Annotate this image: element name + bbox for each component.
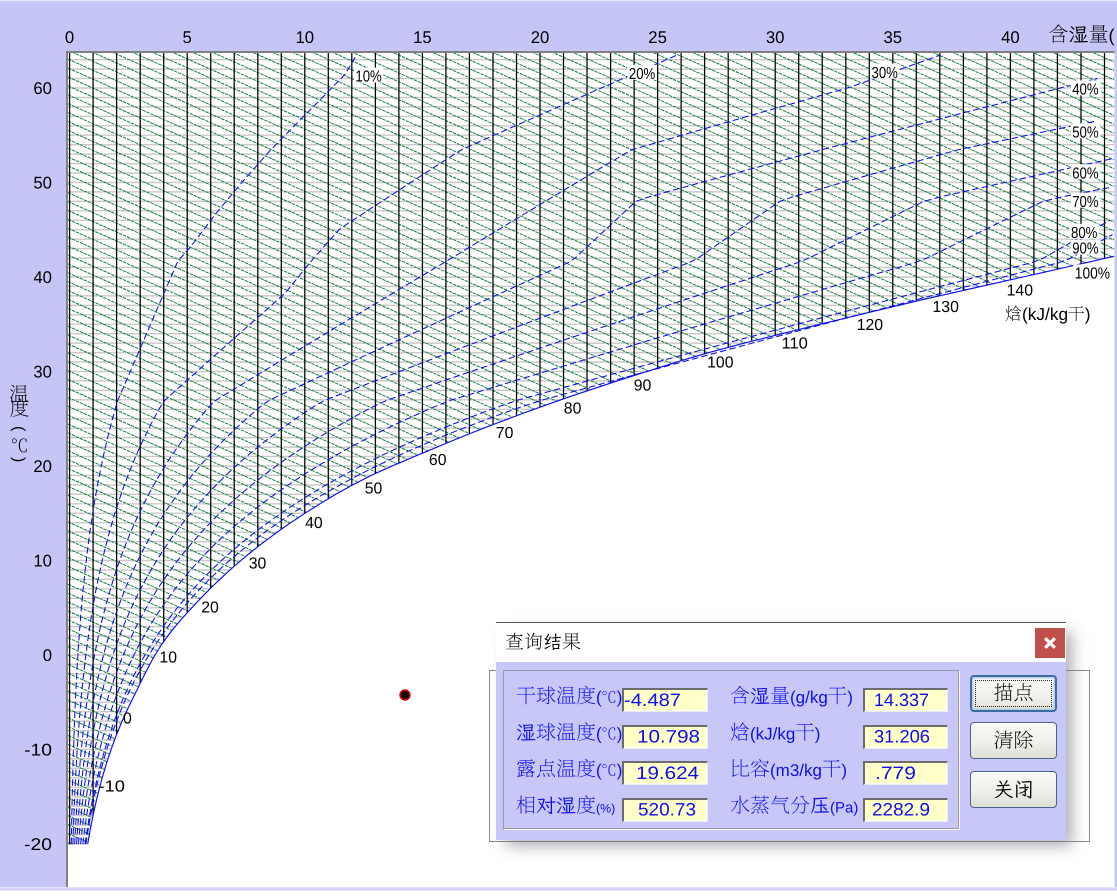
- svg-text:130: 130: [933, 299, 959, 316]
- svg-text:20: 20: [531, 28, 550, 47]
- svg-text:-20: -20: [24, 835, 52, 854]
- svg-text:20%: 20%: [629, 66, 655, 83]
- svg-text:(: (: [1109, 25, 1115, 45]
- svg-text:30%: 30%: [872, 65, 898, 82]
- svg-text:100: 100: [707, 355, 733, 372]
- svg-text:0: 0: [123, 710, 132, 727]
- svg-text:120: 120: [857, 317, 883, 334]
- svg-text:140: 140: [1007, 282, 1033, 299]
- svg-text:70: 70: [496, 425, 514, 442]
- svg-text:60%: 60%: [1072, 165, 1098, 182]
- svg-text:-10: -10: [24, 740, 52, 759]
- svg-text:40%: 40%: [1072, 82, 1098, 99]
- svg-text:30: 30: [33, 362, 52, 381]
- svg-text:15: 15: [413, 28, 432, 47]
- svg-text:50: 50: [365, 480, 383, 497]
- svg-text:80%: 80%: [1071, 225, 1097, 242]
- svg-text:10%: 10%: [355, 69, 381, 86]
- svg-text:20: 20: [33, 457, 52, 476]
- svg-text:(kJ/kg: (kJ/kg: [1022, 304, 1068, 324]
- svg-text:10: 10: [159, 650, 177, 667]
- svg-text:60: 60: [429, 452, 447, 469]
- svg-text:(: (: [10, 426, 27, 432]
- svg-text:40: 40: [305, 515, 323, 532]
- svg-text:0: 0: [65, 28, 74, 47]
- svg-text:100%: 100%: [1075, 266, 1110, 283]
- svg-text:110: 110: [782, 335, 808, 352]
- svg-text:-10: -10: [99, 778, 126, 795]
- svg-text:50: 50: [33, 173, 52, 192]
- svg-text:30: 30: [766, 28, 785, 47]
- svg-text:5: 5: [183, 28, 192, 47]
- svg-text:): ): [10, 457, 27, 462]
- svg-text:20: 20: [201, 599, 219, 616]
- svg-text:35: 35: [884, 28, 903, 47]
- svg-text:50%: 50%: [1072, 124, 1098, 141]
- svg-text:80: 80: [564, 400, 582, 417]
- svg-text:70%: 70%: [1072, 194, 1098, 211]
- svg-text:90%: 90%: [1072, 241, 1098, 258]
- svg-text:): ): [1085, 304, 1091, 324]
- svg-text:40: 40: [33, 268, 52, 287]
- svg-text:10: 10: [33, 551, 52, 570]
- svg-text:90: 90: [634, 377, 652, 394]
- svg-text:10: 10: [296, 28, 315, 47]
- svg-text:30: 30: [249, 556, 267, 573]
- svg-text:40: 40: [1001, 28, 1020, 47]
- svg-text:0: 0: [43, 646, 52, 665]
- svg-text:25: 25: [648, 28, 667, 47]
- svg-text:60: 60: [33, 79, 52, 98]
